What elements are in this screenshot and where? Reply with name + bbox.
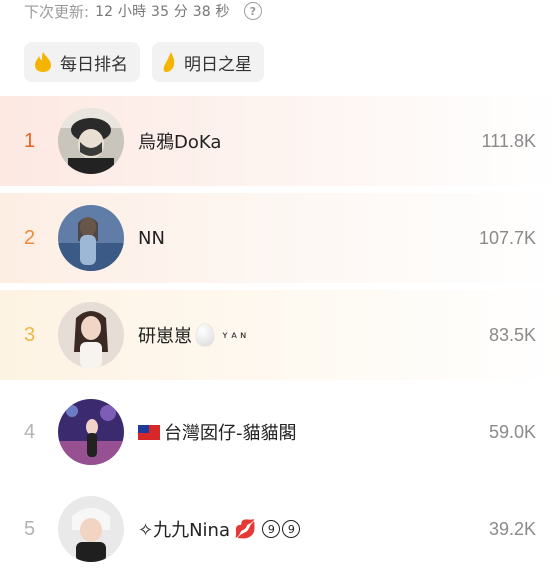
flame-icon — [35, 52, 51, 72]
score: 107.7K — [478, 227, 536, 248]
rank-number: 1 — [24, 129, 36, 152]
circled-nine-icon: 9 — [262, 520, 281, 538]
avatar[interactable] — [58, 108, 124, 174]
avatar[interactable] — [58, 496, 124, 562]
streamer-name: 烏鴉DoKa — [138, 132, 222, 153]
ranking-row[interactable]: 3 研崽崽 ʏᴀɴ 83.5K — [0, 290, 560, 380]
next-update-label: 下次更新: — [24, 2, 90, 21]
circled-nine-icon: 9 — [282, 520, 301, 538]
tab-tomorrow-star[interactable]: 明日之星 — [152, 42, 264, 82]
rank-number: 5 — [24, 517, 36, 540]
streamer-name: ✧九九Nina 💋 9 9 — [138, 516, 302, 542]
ranking-row[interactable]: 1 烏鴉DoKa 111.8K — [0, 96, 560, 186]
score: 83.5K — [488, 324, 536, 345]
rank-number: 4 — [24, 420, 36, 443]
streamer-name: 研崽崽 ʏᴀɴ — [138, 324, 250, 347]
ranking-row[interactable]: 4 台灣囡仔-貓貓閣 59.0K — [0, 387, 560, 477]
egg-icon — [196, 324, 214, 346]
flame-icon — [163, 52, 175, 72]
next-update-countdown: 12 小時 35 分 38 秒 — [95, 4, 230, 20]
streamer-name: NN — [138, 227, 165, 249]
question-circle-icon[interactable]: ? — [243, 2, 262, 20]
avatar[interactable] — [58, 399, 124, 465]
score: 39.2K — [488, 518, 536, 539]
avatar[interactable] — [58, 205, 124, 271]
rank-number: 2 — [24, 226, 36, 249]
score: 59.0K — [488, 421, 536, 442]
next-update-bar: 下次更新: 12 小時 35 分 38 秒 ? — [24, 0, 262, 22]
avatar[interactable] — [58, 302, 124, 368]
streamer-name: 台灣囡仔-貓貓閣 — [138, 419, 297, 445]
ranking-tabs: 每日排名 明日之星 — [24, 42, 264, 82]
tab-label: 每日排名 — [60, 54, 128, 75]
ranking-row[interactable]: 2 NN 107.7K — [0, 193, 560, 283]
ranking-list: 1 烏鴉DoKa 111.8K 2 NN 107.7K 3 研崽崽 ʏᴀɴ 83… — [0, 96, 560, 581]
tab-daily-ranking[interactable]: 每日排名 — [24, 42, 140, 82]
ranking-row[interactable]: 5 ✧九九Nina 💋 9 9 39.2K — [0, 484, 560, 574]
score: 111.8K — [481, 130, 536, 151]
name-suffix: ʏᴀɴ — [222, 329, 250, 341]
taiwan-flag-icon — [138, 424, 160, 440]
rank-number: 3 — [24, 323, 36, 346]
tab-label: 明日之星 — [184, 54, 252, 75]
lips-icon: 💋 — [234, 518, 257, 540]
